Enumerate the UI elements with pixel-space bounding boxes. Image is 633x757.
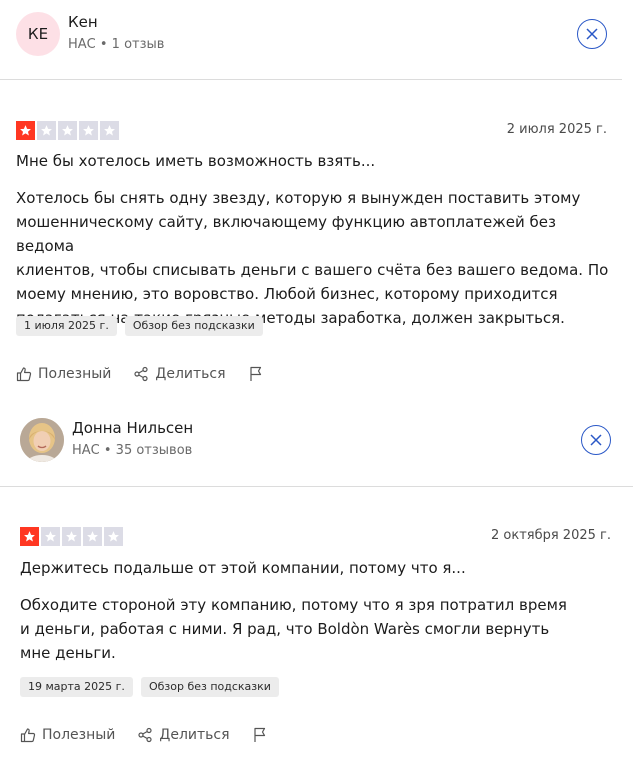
review-body-line: клиентов, чтобы списывать деньги с вашег… bbox=[16, 261, 609, 279]
review-body-line: моему мнению, это воровство. Любой бизне… bbox=[16, 285, 558, 303]
star-icon bbox=[79, 121, 98, 140]
share-icon bbox=[138, 727, 153, 743]
star-rating bbox=[16, 121, 119, 140]
useful-label: Полезный bbox=[38, 366, 112, 382]
review-title[interactable]: Мне бы хотелось иметь возможность взять.… bbox=[16, 152, 375, 170]
share-button[interactable]: Делиться bbox=[133, 366, 226, 382]
star-icon bbox=[16, 121, 35, 140]
report-button[interactable] bbox=[248, 366, 264, 382]
profile-photo bbox=[20, 418, 64, 462]
avatar[interactable]: КЕ bbox=[16, 12, 60, 56]
star-icon bbox=[83, 527, 102, 546]
flag-icon bbox=[253, 727, 265, 742]
review-actions: Полезный Делиться bbox=[20, 727, 290, 743]
review-date: 2 июля 2025 г. bbox=[506, 122, 607, 137]
star-rating bbox=[20, 527, 123, 546]
share-icon bbox=[134, 366, 149, 382]
review-tags: 19 марта 2025 г. Обзор без подсказки bbox=[20, 677, 279, 697]
report-button[interactable] bbox=[252, 727, 268, 743]
review-body-line: мошенническому сайту, включающему функци… bbox=[16, 213, 556, 255]
review-tags: 1 июля 2025 г. Обзор без подсказки bbox=[16, 316, 263, 336]
star-icon bbox=[62, 527, 81, 546]
star-icon bbox=[104, 527, 123, 546]
close-icon bbox=[590, 434, 602, 446]
avatar[interactable] bbox=[20, 418, 64, 462]
share-button[interactable]: Делиться bbox=[137, 727, 230, 743]
divider bbox=[0, 486, 633, 487]
reviewer-meta: НАС • 35 отзывов bbox=[72, 443, 193, 458]
reviewer-name[interactable]: Кен bbox=[68, 13, 98, 31]
review-body-line: Хотелось бы снять одну звезду, которую я… bbox=[16, 189, 581, 207]
star-icon bbox=[20, 527, 39, 546]
review-body-line: Обходите стороной эту компанию, потому ч… bbox=[20, 596, 567, 614]
close-icon bbox=[586, 28, 598, 40]
review-body-line: и деньги, работая с ними. Я рад, что Bol… bbox=[20, 620, 550, 638]
reviewer-name[interactable]: Донна Нильсен bbox=[72, 419, 193, 437]
review-date: 2 октября 2025 г. bbox=[490, 528, 611, 543]
thumbs-up-icon bbox=[20, 728, 36, 743]
flag-icon bbox=[249, 366, 261, 381]
experience-date-badge: 19 марта 2025 г. bbox=[20, 677, 133, 697]
avatar-initials: КЕ bbox=[27, 25, 49, 43]
useful-label: Полезный bbox=[42, 727, 116, 743]
review-body-line: мне деньги. bbox=[20, 644, 116, 662]
review-title[interactable]: Держитесь подальше от этой компании, пот… bbox=[20, 559, 466, 577]
useful-button[interactable]: Полезный bbox=[16, 366, 111, 382]
star-icon bbox=[58, 121, 77, 140]
unprompted-review-badge: Обзор без подсказки bbox=[124, 316, 263, 336]
experience-date-badge: 1 июля 2025 г. bbox=[16, 316, 117, 336]
star-icon bbox=[41, 527, 60, 546]
share-label: Делиться bbox=[155, 366, 226, 382]
star-icon bbox=[37, 121, 56, 140]
reviewer-meta: НАС • 1 отзыв bbox=[68, 37, 165, 52]
close-button[interactable] bbox=[577, 19, 607, 49]
unprompted-review-badge: Обзор без подсказки bbox=[140, 677, 279, 697]
close-button[interactable] bbox=[581, 425, 611, 455]
review-body: Хотелось бы снять одну звезду, которую я… bbox=[16, 186, 616, 330]
thumbs-up-icon bbox=[16, 367, 32, 382]
useful-button[interactable]: Полезный bbox=[20, 727, 115, 743]
review-actions: Полезный Делиться bbox=[16, 366, 286, 382]
divider bbox=[0, 79, 622, 80]
share-label: Делиться bbox=[159, 727, 230, 743]
review-body: Обходите стороной эту компанию, потому ч… bbox=[20, 593, 620, 665]
star-icon bbox=[100, 121, 119, 140]
